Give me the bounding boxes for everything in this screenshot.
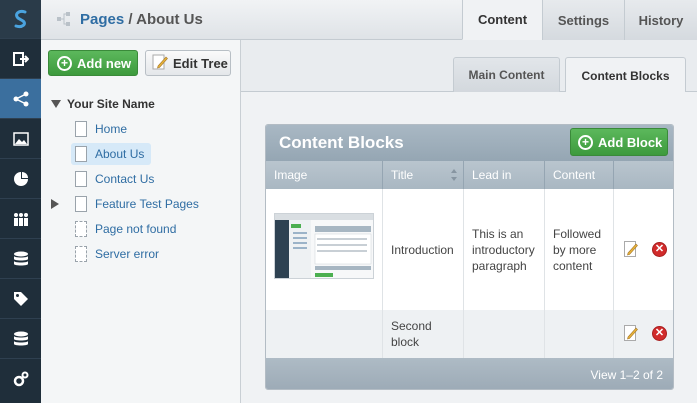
lead-in-cell: This is an introductory paragraph <box>464 189 545 310</box>
title-cell: Introduction <box>383 189 464 310</box>
column-label: Content <box>553 168 596 182</box>
expand-icon[interactable] <box>51 199 59 209</box>
tab-history[interactable]: History <box>624 0 697 40</box>
column-label: Image <box>274 168 308 182</box>
grid-header: Content Blocks + Add Block <box>266 125 673 161</box>
tree-node-label: Page not found <box>95 222 177 236</box>
table-row[interactable]: Second block ✕ <box>266 310 673 358</box>
image-cell <box>266 310 383 358</box>
tab-settings[interactable]: Settings <box>542 0 624 40</box>
sort-icon[interactable] <box>451 169 457 181</box>
edit-tree-button[interactable]: Edit Tree <box>145 50 231 76</box>
page-icon <box>75 121 87 137</box>
tab-content[interactable]: Content <box>462 0 542 40</box>
reports-icon[interactable] <box>0 158 41 198</box>
lead-in-cell <box>464 310 545 358</box>
database-icon[interactable] <box>0 238 41 278</box>
edit-icon[interactable] <box>624 325 638 341</box>
pagination-info: View 1–2 of 2 <box>590 368 664 382</box>
page-icon <box>75 171 87 187</box>
thumbnail-image <box>274 213 374 279</box>
breadcrumb-link-pages[interactable]: Pages <box>80 11 124 28</box>
content-subtabs: Main Content Content Blocks <box>241 40 697 93</box>
tree-node-label: Home <box>95 122 128 136</box>
left-navigation <box>0 0 41 403</box>
page-title: About Us <box>136 11 203 28</box>
tab-content-blocks[interactable]: Content Blocks <box>565 57 686 93</box>
page-icon <box>75 196 87 212</box>
pencil-icon <box>152 54 168 73</box>
error-page-icon <box>75 246 87 262</box>
plus-icon: + <box>57 55 72 71</box>
title-cell: Second block <box>383 310 464 358</box>
grid-footer: View 1–2 of 2 <box>266 358 673 389</box>
delete-icon[interactable]: ✕ <box>652 326 667 341</box>
add-block-button[interactable]: + Add Block <box>570 128 668 156</box>
table-row[interactable]: Introduction This is an introductory par… <box>266 189 673 310</box>
collapse-icon[interactable] <box>51 100 61 108</box>
breadcrumb: Pages / About Us <box>80 11 203 28</box>
edit-icon[interactable] <box>624 241 638 257</box>
row-actions: ✕ <box>614 189 673 310</box>
add-new-button[interactable]: + Add new <box>48 50 138 76</box>
page-header: Pages / About Us Content Settings Histor… <box>41 0 697 40</box>
sitetree-icon[interactable] <box>0 78 41 118</box>
tree-root[interactable]: Your Site Name <box>51 96 155 112</box>
logo-icon[interactable] <box>0 0 41 38</box>
database-icon[interactable] <box>0 318 41 358</box>
content-cell <box>545 310 614 358</box>
column-header-content[interactable]: Content <box>545 161 614 189</box>
add-new-label: Add new <box>77 55 132 71</box>
settings-icon[interactable] <box>0 358 41 398</box>
tree-node-label: About Us <box>95 147 145 161</box>
content-area: Content Blocks + Add Block Image Title L… <box>241 92 697 403</box>
page-icon <box>75 146 87 162</box>
content-blocks-grid: Content Blocks + Add Block Image Title L… <box>265 124 674 390</box>
site-tree-panel: + Add new Edit Tree Your Site Name Home … <box>41 40 241 403</box>
image-cell <box>266 189 383 310</box>
logout-icon[interactable] <box>0 38 41 78</box>
site-tree: Your Site Name <box>51 96 155 112</box>
header-tabs: Content Settings History <box>462 0 697 40</box>
tree-root-label: Your Site Name <box>67 97 155 111</box>
tab-main-content[interactable]: Main Content <box>453 57 560 92</box>
column-label: Lead in <box>472 168 512 182</box>
column-header-actions <box>614 161 673 189</box>
image-icon[interactable] <box>0 118 41 158</box>
column-header-lead-in[interactable]: Lead in <box>464 161 545 189</box>
column-header-image[interactable]: Image <box>266 161 383 189</box>
sitetree-icon <box>57 11 71 30</box>
delete-icon[interactable]: ✕ <box>652 242 667 257</box>
edit-tree-label: Edit Tree <box>173 55 228 71</box>
grid-title: Content Blocks <box>279 133 404 152</box>
column-header-title[interactable]: Title <box>383 161 464 189</box>
error-page-icon <box>75 221 87 237</box>
add-block-label: Add Block <box>598 134 663 150</box>
tree-node-label: Feature Test Pages <box>95 197 199 211</box>
tag-icon[interactable] <box>0 278 41 318</box>
column-label: Title <box>391 168 414 182</box>
row-actions: ✕ <box>614 310 673 358</box>
breadcrumb-separator: / <box>128 11 133 28</box>
tree-node-label: Contact Us <box>95 172 155 186</box>
plus-icon: + <box>578 134 593 150</box>
users-icon[interactable] <box>0 198 41 238</box>
content-cell: Followed by more content <box>545 189 614 310</box>
tree-node-label: Server error <box>95 247 160 261</box>
